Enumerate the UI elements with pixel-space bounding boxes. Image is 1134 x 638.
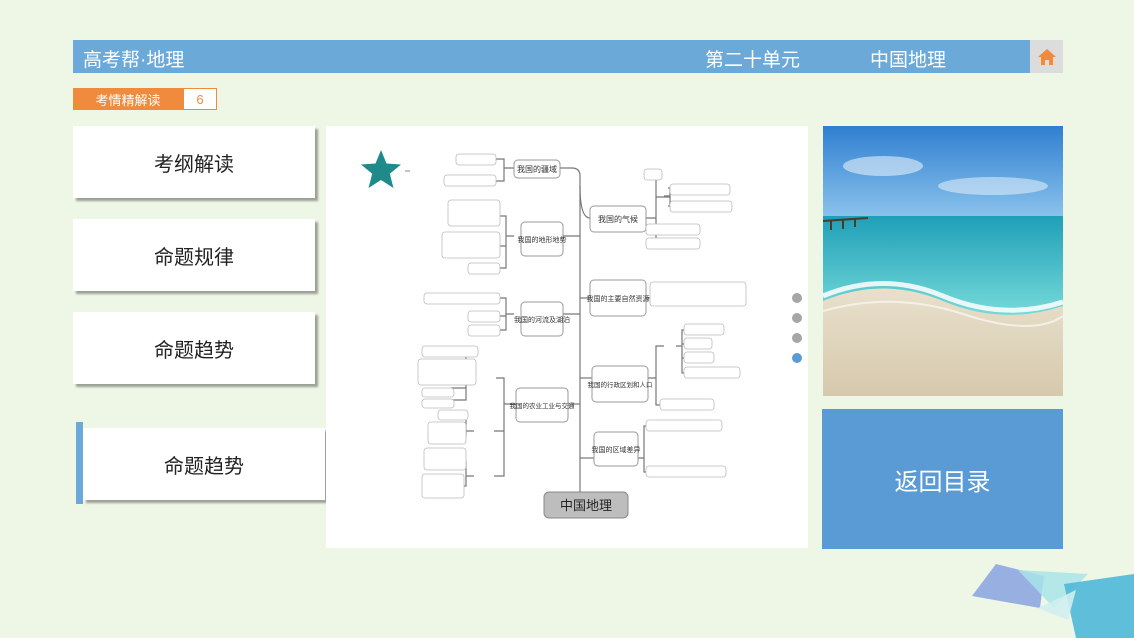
star-icon [361, 150, 401, 188]
brand-title: 高考帮·地理 [83, 50, 185, 71]
mindmap: 中国地理 我国的疆域 我国的地形地势 我国的河流及湖泊 我国的农业工业与交通 我… [361, 150, 747, 519]
branch-terrain: 我国的地形地势 [518, 235, 567, 244]
branch-agriculture: 我国的农业工业与交通 [510, 401, 576, 410]
pager-dot[interactable] [792, 313, 802, 323]
branch-admin: 我国的行政区划和人口 [588, 380, 653, 389]
pager-dot[interactable] [792, 293, 802, 303]
slide-pager [792, 293, 802, 373]
section-tag: 考情精解读 6 [73, 88, 217, 110]
mindmap-panel: 中国地理 我国的疆域 我国的地形地势 我国的河流及湖泊 我国的农业工业与交通 我… [326, 126, 808, 548]
pager-dot-active[interactable] [792, 353, 802, 363]
pager-dot[interactable] [792, 333, 802, 343]
page-number: 6 [183, 88, 217, 110]
active-indicator [76, 422, 83, 504]
branch-rivers: 我国的河流及湖泊 [514, 315, 570, 324]
branch-resources: 我国的主要自然资源 [587, 294, 650, 303]
menu-item-trends[interactable]: 命题趋势 [73, 312, 315, 384]
menu-item-trends-active[interactable]: 命题趋势 [83, 428, 325, 500]
mindmap-root: 中国地理 [560, 499, 612, 514]
subject-title: 中国地理 [870, 50, 947, 71]
branch-regions: 我国的区域差异 [592, 445, 641, 454]
home-button[interactable] [1030, 40, 1063, 73]
menu-item-syllabus[interactable]: 考纲解读 [73, 126, 315, 198]
corner-decoration [972, 564, 1134, 638]
home-icon [1037, 48, 1056, 65]
menu-item-patterns[interactable]: 命题规律 [73, 219, 315, 291]
unit-title: 第二十单元 [705, 50, 801, 71]
top-banner: 高考帮·地理 第二十单元 中国地理 [73, 40, 1063, 73]
branch-territory: 我国的疆域 [517, 164, 557, 174]
beach-photo [823, 126, 1063, 396]
branch-climate: 我国的气候 [598, 214, 638, 224]
return-to-contents-button[interactable]: 返回目录 [822, 409, 1063, 549]
section-tag-label: 考情精解读 [73, 88, 183, 110]
